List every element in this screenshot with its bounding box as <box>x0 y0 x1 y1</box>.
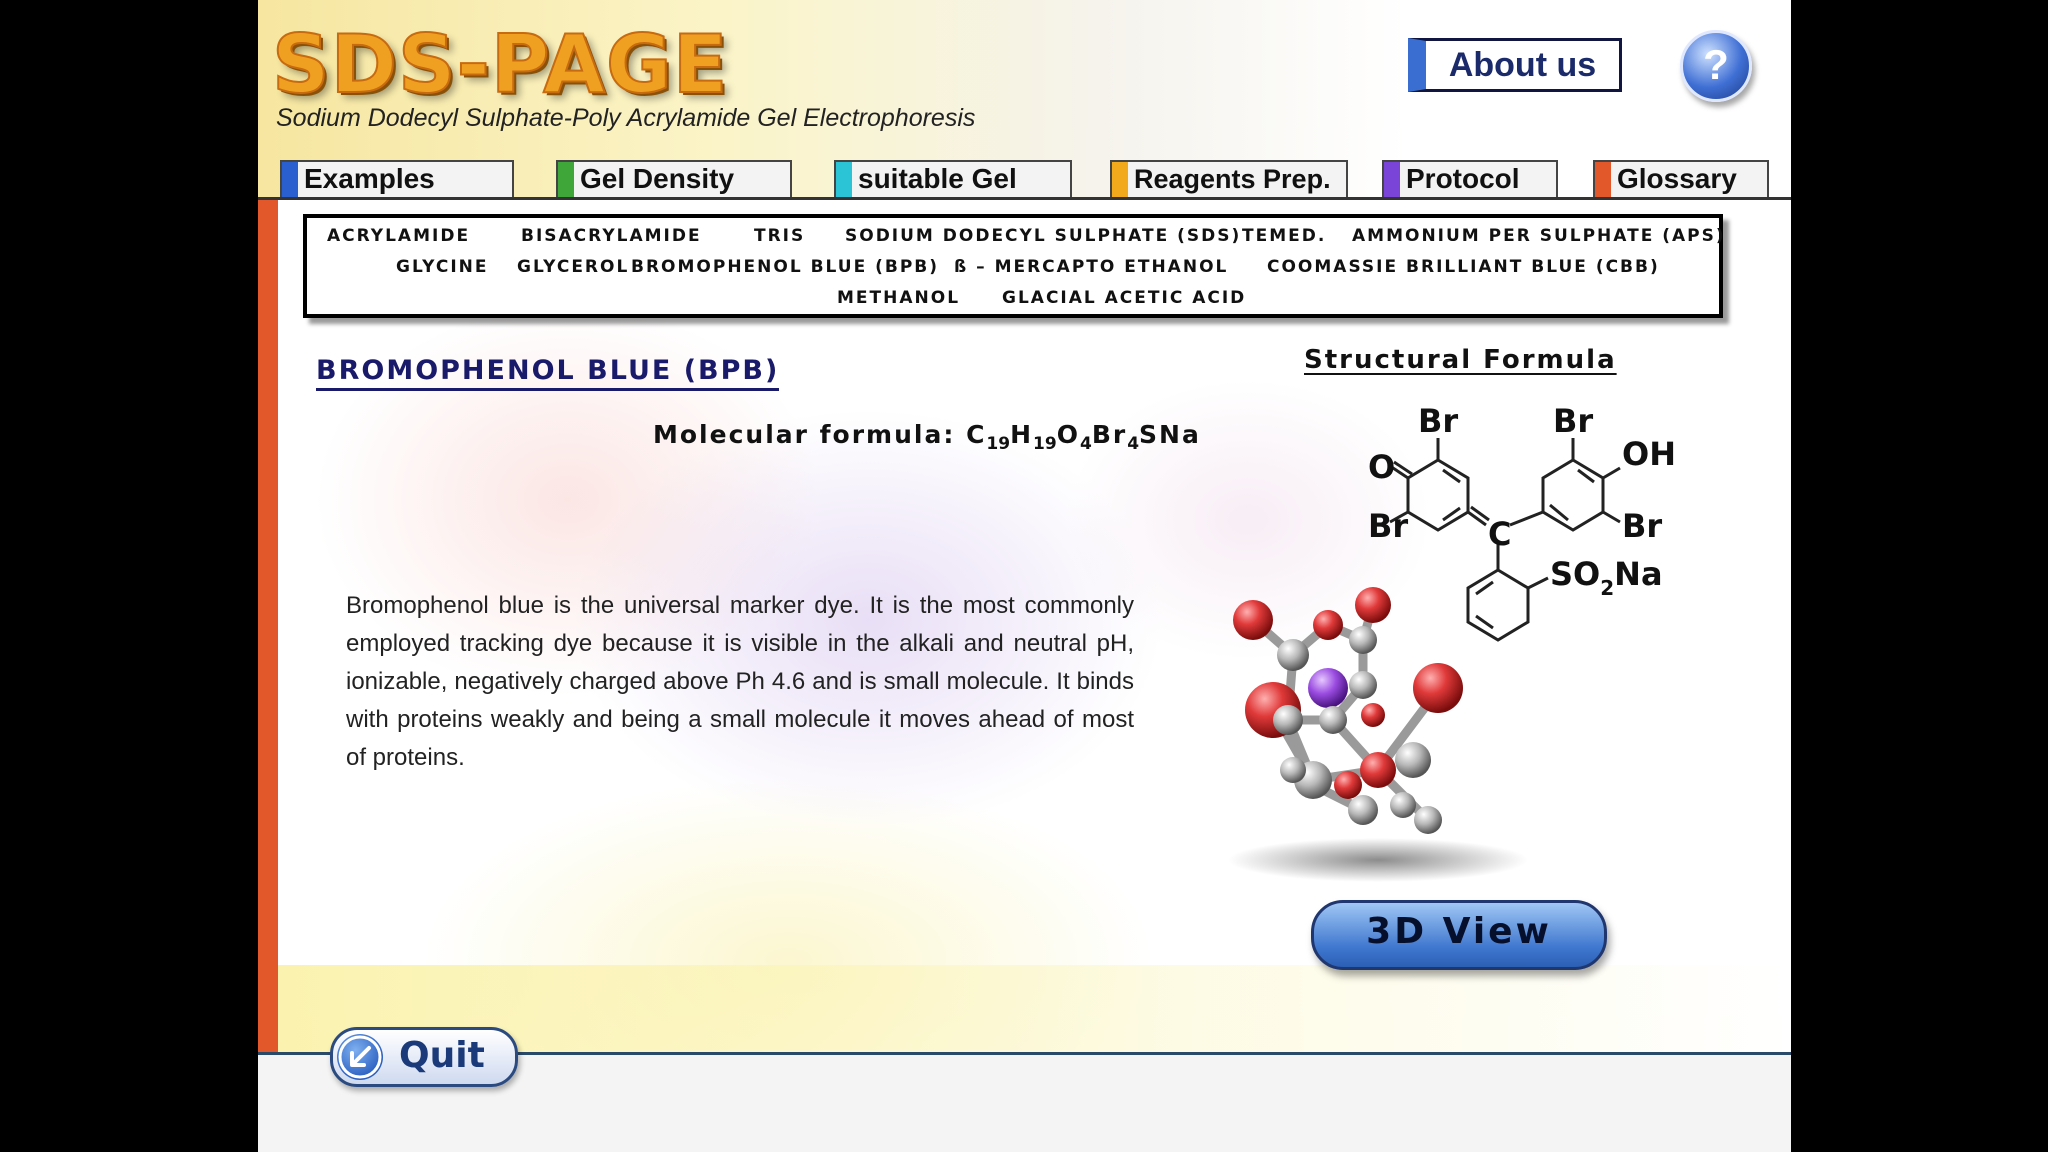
chem-link-sds[interactable]: SODIUM DODECYL SULPHATE (SDS) <box>845 226 1241 246</box>
atom-label-br-2: Br <box>1368 507 1408 545</box>
formula-subscript: 19 <box>986 434 1011 454</box>
tab-label: Examples <box>304 163 435 194</box>
left-accent-stripe <box>258 200 278 1055</box>
tab-suitable-gel[interactable]: suitable Gel <box>834 160 1072 197</box>
chem-link-glacial-acetic-acid[interactable]: GLACIAL ACETIC ACID <box>1002 288 1246 308</box>
atom-label-so: SO2Na <box>1550 555 1663 600</box>
so-subscript: 2 <box>1600 576 1614 600</box>
tab-color-marker <box>1384 162 1400 197</box>
molecular-formula: Molecular formula: C19H19O4Br4SNa <box>653 420 1201 454</box>
tab-label: Protocol <box>1406 163 1520 194</box>
atom-label-br-4: Br <box>1622 507 1662 545</box>
formula-subscript: 4 <box>1079 434 1092 454</box>
tab-label: Glossary <box>1617 163 1737 194</box>
tab-gel-density[interactable]: Gel Density <box>556 160 792 197</box>
atom-label-br-1: Br <box>1418 402 1458 440</box>
chem-link-tris[interactable]: TRIS <box>754 226 805 246</box>
tab-color-marker <box>836 162 852 197</box>
atom-label-c: C <box>1488 515 1511 553</box>
help-icon[interactable]: ? <box>1680 30 1752 102</box>
chem-link-temed[interactable]: TEMED. <box>1242 226 1326 246</box>
3d-view-button[interactable]: 3D View <box>1311 900 1607 970</box>
exit-arrow-icon <box>337 1034 383 1080</box>
chem-link-bisacrylamide[interactable]: BISACRYLAMIDE <box>521 226 702 246</box>
chem-link-glycine[interactable]: GLYCINE <box>396 257 488 277</box>
na-text: Na <box>1614 555 1662 593</box>
tab-examples[interactable]: Examples <box>280 160 514 197</box>
tab-label: Reagents Prep. <box>1134 164 1331 194</box>
molecule-3d-model-image <box>1228 587 1528 882</box>
tab-color-marker <box>558 162 574 197</box>
chem-link-methanol[interactable]: METHANOL <box>837 288 960 308</box>
compound-heading: BROMOPHENOL BLUE (BPB) <box>316 355 780 391</box>
chem-link-glycerol[interactable]: GLYCEROL <box>517 257 629 277</box>
chem-link-acrylamide[interactable]: ACRYLAMIDE <box>327 226 470 246</box>
atom-label-oh: OH <box>1622 435 1676 473</box>
atom-label-br-3: Br <box>1553 402 1593 440</box>
formula-label: Molecular formula: <box>653 420 956 449</box>
tab-protocol[interactable]: Protocol <box>1382 160 1558 197</box>
formula-subscript: 19 <box>1033 434 1057 454</box>
formula-element: C <box>966 420 987 449</box>
atom-label-o: O <box>1368 448 1395 486</box>
tab-color-marker <box>1112 162 1128 197</box>
so-text: SO <box>1550 555 1600 593</box>
formula-element: Br <box>1091 420 1128 449</box>
formula-element: O <box>1056 420 1080 449</box>
chem-link-bpb[interactable]: BROMOPHENOL BLUE (BPB) <box>631 257 939 277</box>
tab-color-marker <box>282 162 298 197</box>
chemicals-menu: ACRYLAMIDE BISACRYLAMIDE TRIS SODIUM DOD… <box>303 214 1726 318</box>
chem-link-aps[interactable]: AMMONIUM PER SULPHATE (APS) <box>1352 226 1726 246</box>
chem-link-mercaptoethanol[interactable]: ß – MERCAPTO ETHANOL <box>954 257 1228 277</box>
tab-bar-divider <box>258 197 1791 200</box>
formula-element: SNa <box>1139 420 1201 449</box>
formula-subscript: 4 <box>1127 434 1140 454</box>
chem-link-cbb[interactable]: COOMASSIE BRILLIANT BLUE (CBB) <box>1267 257 1660 277</box>
formula-element: H <box>1010 420 1034 449</box>
tab-reagents-prep[interactable]: Reagents Prep. <box>1110 160 1348 197</box>
quit-label: Quit <box>399 1035 485 1076</box>
app-window: SDS-PAGE Sodium Dodecyl Sulphate-Poly Ac… <box>258 0 1791 1152</box>
structural-formula-title: Structural Formula <box>1304 345 1617 375</box>
compound-description: Bromophenol blue is the universal marker… <box>346 592 1134 771</box>
exit-arrow-glyph <box>338 1035 382 1079</box>
app-subtitle: Sodium Dodecyl Sulphate-Poly Acrylamide … <box>276 104 976 132</box>
tab-color-marker <box>1595 162 1611 197</box>
quit-button[interactable]: Quit <box>330 1027 518 1087</box>
tab-glossary[interactable]: Glossary <box>1593 160 1769 197</box>
tab-label: Gel Density <box>580 163 735 194</box>
tab-label: suitable Gel <box>858 163 1017 194</box>
about-us-button[interactable]: About us <box>1408 38 1622 92</box>
app-title-logo: SDS-PAGE <box>271 17 729 112</box>
